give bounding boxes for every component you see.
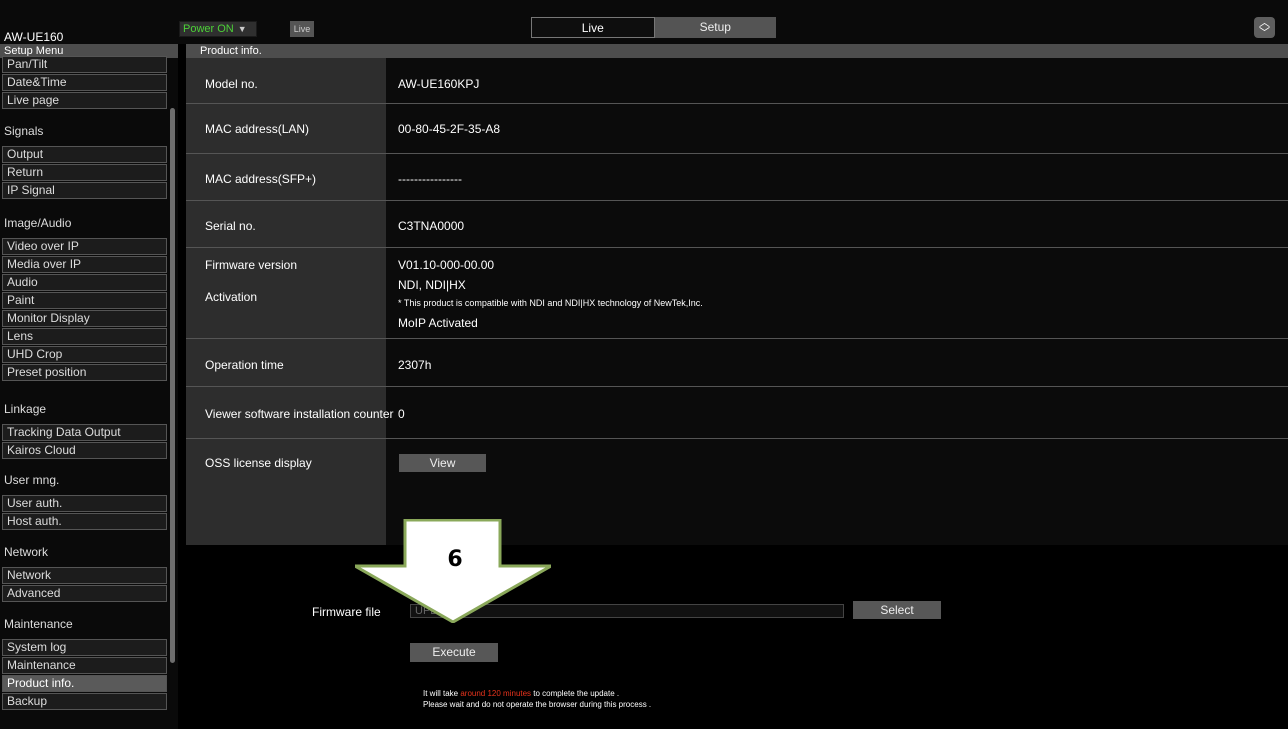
viewer-counter-label: Viewer software installation counter bbox=[205, 407, 394, 421]
row-divider bbox=[186, 200, 1288, 201]
mac-lan-label: MAC address(LAN) bbox=[205, 122, 310, 136]
sidebar-item-user-auth[interactable]: User auth. bbox=[2, 495, 167, 512]
serial-no-value: C3TNA0000 bbox=[398, 219, 465, 233]
operation-time-value: 2307h bbox=[398, 358, 432, 372]
execute-button[interactable]: Execute bbox=[410, 643, 498, 662]
note-suffix: to complete the update . bbox=[531, 689, 620, 698]
note-prefix: It will take bbox=[423, 689, 461, 698]
sidebar-section-network: Network bbox=[4, 545, 49, 559]
top-bar: AW-UE160 Power ON ▼ Live Live Setup ︿ ﹀ bbox=[0, 0, 1288, 44]
sidebar-scrollbar[interactable] bbox=[170, 108, 175, 663]
oss-license-label: OSS license display bbox=[205, 456, 312, 470]
update-duration-note: It will take around 120 minutes to compl… bbox=[423, 689, 619, 698]
moip-status: MoIP Activated bbox=[398, 316, 478, 330]
row-divider bbox=[186, 247, 1288, 248]
sidebar-item-pan-tilt[interactable]: Pan/Tilt bbox=[2, 56, 167, 73]
tab-live[interactable]: Live bbox=[531, 17, 655, 38]
firmware-version-value: V01.10-000-00.00 bbox=[398, 258, 495, 272]
sidebar-item-tracking-data-output[interactable]: Tracking Data Output bbox=[2, 424, 167, 441]
sidebar-item-live-page[interactable]: Live page bbox=[2, 92, 167, 109]
sidebar-section-image-audio: Image/Audio bbox=[4, 216, 72, 230]
row-divider bbox=[186, 386, 1288, 387]
sidebar-item-paint[interactable]: Paint bbox=[2, 292, 167, 309]
live-badge[interactable]: Live bbox=[290, 21, 314, 37]
power-dropdown[interactable]: Power ON ▼ bbox=[179, 21, 257, 37]
up-down-chevron-icon[interactable]: ︿ ﹀ bbox=[1254, 17, 1275, 39]
operation-time-label: Operation time bbox=[205, 358, 284, 372]
power-label: Power ON bbox=[183, 23, 234, 35]
model-name: AW-UE160 bbox=[4, 30, 64, 44]
sidebar-item-uhd-crop[interactable]: UHD Crop bbox=[2, 346, 167, 363]
sidebar-item-date-time[interactable]: Date&Time bbox=[2, 74, 167, 91]
sidebar-item-host-auth[interactable]: Host auth. bbox=[2, 513, 167, 530]
tab-setup[interactable]: Setup bbox=[654, 17, 776, 38]
sidebar-item-preset-position[interactable]: Preset position bbox=[2, 364, 167, 381]
sidebar-item-advanced[interactable]: Advanced bbox=[2, 585, 167, 602]
model-no-value: AW-UE160KPJ bbox=[398, 77, 480, 91]
update-warning-note: Please wait and do not operate the brows… bbox=[423, 700, 652, 709]
sidebar-item-backup[interactable]: Backup bbox=[2, 693, 167, 710]
sidebar-section-linkage: Linkage bbox=[4, 402, 47, 416]
sidebar-item-system-log[interactable]: System log bbox=[2, 639, 167, 656]
sidebar-item-media-over-ip[interactable]: Media over IP bbox=[2, 256, 167, 273]
row-divider bbox=[186, 438, 1288, 439]
mode-tabs: Live Setup bbox=[531, 17, 776, 38]
step-number: 6 bbox=[447, 547, 463, 572]
sidebar-item-video-over-ip[interactable]: Video over IP bbox=[2, 238, 167, 255]
sidebar-item-network[interactable]: Network bbox=[2, 567, 167, 584]
viewer-counter-value: 0 bbox=[398, 407, 405, 421]
sidebar-item-maintenance[interactable]: Maintenance bbox=[2, 657, 167, 674]
mac-sfp-label: MAC address(SFP+) bbox=[205, 172, 317, 186]
sidebar-item-lens[interactable]: Lens bbox=[2, 328, 167, 345]
sidebar-section-user-mng: User mng. bbox=[4, 473, 60, 487]
view-button[interactable]: View bbox=[399, 454, 486, 472]
sidebar-item-return[interactable]: Return bbox=[2, 164, 167, 181]
sidebar-section-signals: Signals bbox=[4, 124, 44, 138]
row-divider bbox=[186, 338, 1288, 339]
activation-value: NDI, NDI|HX bbox=[398, 278, 466, 292]
sidebar-item-product-info[interactable]: Product info. bbox=[2, 675, 167, 692]
sidebar-item-ip-signal[interactable]: IP Signal bbox=[2, 182, 167, 199]
sidebar-item-monitor-display[interactable]: Monitor Display bbox=[2, 310, 167, 327]
page-title: Product info. bbox=[186, 44, 1288, 58]
sidebar-section-maintenance: Maintenance bbox=[4, 617, 73, 631]
sidebar-item-output[interactable]: Output bbox=[2, 146, 167, 163]
sidebar-item-kairos-cloud[interactable]: Kairos Cloud bbox=[2, 442, 167, 459]
row-divider bbox=[186, 103, 1288, 104]
mac-sfp-value: ---------------- bbox=[398, 172, 462, 186]
note-highlight: around 120 minutes bbox=[460, 689, 532, 698]
row-divider bbox=[186, 153, 1288, 154]
sidebar-item-audio[interactable]: Audio bbox=[2, 274, 167, 291]
model-no-label: Model no. bbox=[205, 77, 258, 91]
activation-note: * This product is compatible with NDI an… bbox=[398, 298, 703, 308]
chevron-down-icon: ▼ bbox=[237, 24, 247, 34]
serial-no-label: Serial no. bbox=[205, 219, 256, 233]
select-button[interactable]: Select bbox=[853, 601, 941, 619]
activation-label: Activation bbox=[205, 290, 258, 304]
firmware-version-label: Firmware version bbox=[205, 258, 298, 272]
mac-lan-value: 00-80-45-2F-35-A8 bbox=[398, 122, 501, 136]
